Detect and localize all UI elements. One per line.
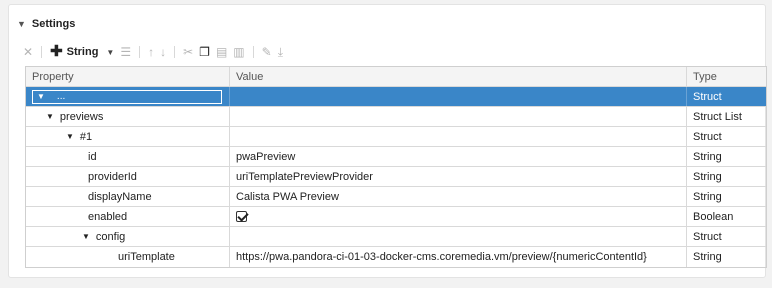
column-header-type[interactable]: Type: [687, 67, 766, 86]
value-cell[interactable]: Calista PWA Preview: [230, 187, 687, 206]
property-cell: enabled: [26, 207, 230, 226]
toolbar-separator: [41, 46, 43, 58]
property-name: ...: [56, 91, 66, 102]
property-cell: ▼ config: [26, 227, 230, 246]
enabled-checkbox[interactable]: [236, 211, 247, 222]
toolbar-separator: [252, 46, 254, 58]
add-property-button[interactable]: ✚ String: [50, 43, 99, 60]
settings-section-header[interactable]: ▼ Settings: [17, 17, 75, 31]
table-row-providerId[interactable]: providerId uriTemplatePreviewProvider St…: [26, 167, 766, 187]
property-name: displayName: [88, 190, 152, 203]
settings-panel: ▼ Settings ✕ ✚ String ▼ ☰ ↑ ↓ ✂ ❐ ▤ ▥ ✎ …: [8, 4, 767, 278]
table-row-uriTemplate[interactable]: uriTemplate https://pwa.pandora-ci-01-03…: [26, 247, 766, 267]
toolbar-separator: [139, 46, 141, 58]
download-icon[interactable]: ⤓: [278, 45, 283, 60]
property-name: id: [88, 150, 97, 163]
add-property-type-label: String: [66, 46, 99, 58]
type-cell: String: [693, 150, 722, 163]
paste-into-icon[interactable]: ▥: [233, 45, 244, 59]
expand-triangle-icon[interactable]: ▼: [37, 92, 45, 101]
type-cell: Struct: [693, 90, 722, 103]
property-cell: id: [26, 147, 230, 166]
property-cell: uriTemplate: [26, 247, 230, 267]
property-name: #1: [79, 130, 93, 143]
table-row-id[interactable]: id pwaPreview String: [26, 147, 766, 167]
type-cell: String: [693, 190, 722, 203]
property-cell: ▼ ...: [26, 87, 230, 106]
value-cell[interactable]: https://pwa.pandora-ci-01-03-docker-cms.…: [230, 247, 687, 267]
value-cell[interactable]: [230, 127, 687, 146]
table-row-config[interactable]: ▼ config Struct: [26, 227, 766, 247]
value-cell[interactable]: [230, 107, 687, 126]
section-title: Settings: [31, 18, 76, 30]
value-cell[interactable]: uriTemplatePreviewProvider: [230, 167, 687, 186]
collapse-caret-icon[interactable]: ▼: [17, 19, 26, 29]
paste-icon[interactable]: ▤: [216, 45, 227, 59]
property-cell: ▼ previews: [26, 107, 230, 126]
table-row-root[interactable]: ▼ ... Struct: [26, 87, 766, 107]
add-list-icon[interactable]: ☰: [120, 45, 131, 59]
table-row-item-1[interactable]: ▼ #1 Struct: [26, 127, 766, 147]
expand-triangle-icon[interactable]: ▼: [66, 132, 74, 141]
table-row-previews[interactable]: ▼ previews Struct List: [26, 107, 766, 127]
column-header-property[interactable]: Property: [26, 67, 230, 86]
type-dropdown-arrow-icon[interactable]: ▼: [106, 48, 114, 57]
struct-property-grid: Property Value Type ▼ ... Struct ▼ previ…: [25, 66, 767, 268]
table-row-enabled[interactable]: enabled Boolean: [26, 207, 766, 227]
expand-triangle-icon[interactable]: ▼: [46, 112, 54, 121]
property-cell: displayName: [26, 187, 230, 206]
property-cell: ▼ #1: [26, 127, 230, 146]
struct-toolbar: ✕ ✚ String ▼ ☰ ↑ ↓ ✂ ❐ ▤ ▥ ✎ ⤓: [23, 43, 283, 61]
property-name: previews: [59, 110, 104, 123]
property-name: config: [95, 230, 126, 243]
type-cell: String: [693, 170, 722, 183]
value-cell[interactable]: pwaPreview: [230, 147, 687, 166]
value-cell[interactable]: [230, 227, 687, 246]
property-cell: providerId: [26, 167, 230, 186]
property-name: uriTemplate: [118, 251, 175, 263]
table-row-displayName[interactable]: displayName Calista PWA Preview String: [26, 187, 766, 207]
move-down-icon[interactable]: ↓: [160, 45, 166, 59]
property-name-editor[interactable]: ▼ ...: [32, 89, 222, 104]
delete-icon[interactable]: ✕: [23, 45, 33, 59]
property-name: enabled: [88, 210, 128, 223]
toolbar-separator: [174, 46, 176, 58]
column-header-value[interactable]: Value: [230, 67, 687, 86]
edit-pencil-icon[interactable]: ✎: [262, 45, 272, 59]
value-cell: [230, 207, 687, 226]
type-cell: Boolean: [693, 210, 734, 223]
type-cell: Struct List: [693, 110, 742, 123]
property-name: providerId: [88, 170, 137, 183]
expand-triangle-icon[interactable]: ▼: [82, 232, 90, 241]
type-cell: String: [693, 251, 722, 263]
type-cell: Struct: [693, 130, 722, 143]
grid-header-row: Property Value Type: [26, 67, 766, 87]
plus-icon: ✚: [50, 43, 63, 60]
cut-icon[interactable]: ✂: [183, 45, 193, 59]
type-cell: Struct: [693, 230, 722, 243]
copy-icon[interactable]: ❐: [199, 45, 210, 59]
move-up-icon[interactable]: ↑: [148, 45, 154, 59]
value-cell[interactable]: [230, 87, 687, 106]
